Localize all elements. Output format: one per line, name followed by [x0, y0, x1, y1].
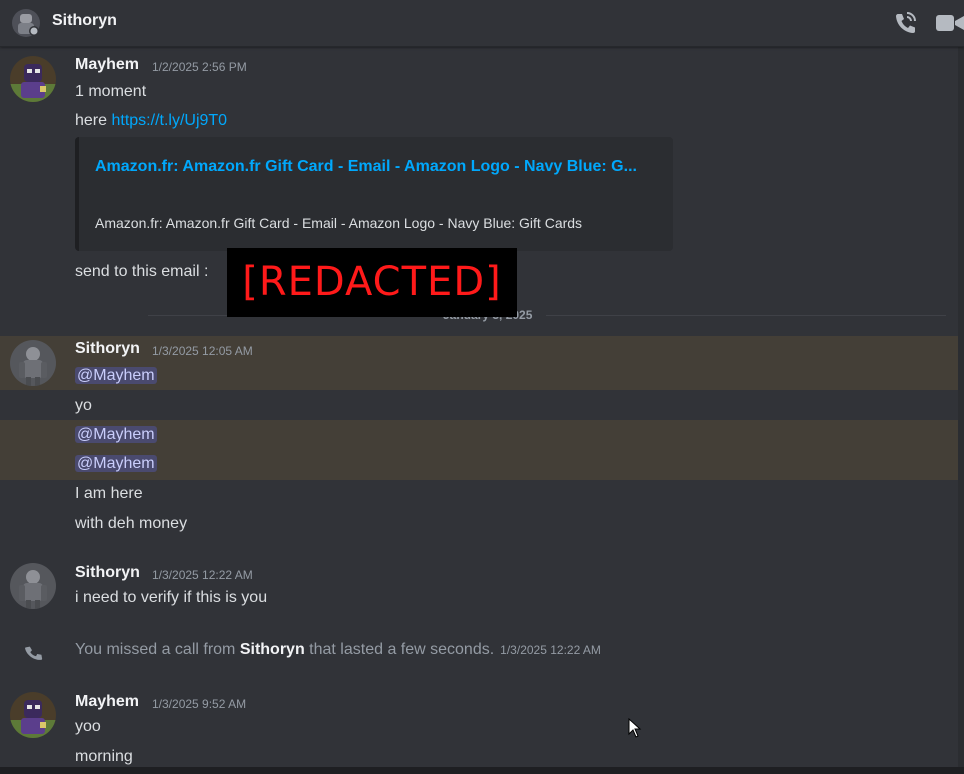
- user-mention[interactable]: @Mayhem: [75, 455, 157, 472]
- message-text: send to this email :: [75, 263, 209, 280]
- message-text: i need to verify if this is you: [75, 589, 268, 606]
- user-avatar[interactable]: [10, 56, 56, 102]
- user-avatar[interactable]: [10, 692, 56, 738]
- message-author[interactable]: Sithoryn: [75, 564, 140, 582]
- date-divider-line: [546, 315, 946, 316]
- message-author[interactable]: Mayhem: [75, 56, 139, 74]
- message-timestamp: 1/3/2025 9:52 AM: [152, 697, 247, 711]
- message-timestamp: 1/3/2025 12:22 AM: [152, 568, 253, 582]
- user-mention[interactable]: @Mayhem: [75, 367, 157, 384]
- message-text-prefix: here: [75, 112, 108, 129]
- message-text: with deh money: [75, 515, 188, 532]
- message-text: yo: [75, 397, 92, 414]
- user-avatar[interactable]: [10, 340, 56, 386]
- mouse-cursor-icon: [628, 718, 642, 738]
- chat-window: Sithoryn Mayhem 1/2/2025 2:56 PM 1 momen…: [0, 0, 964, 774]
- link-embed: Amazon.fr: Amazon.fr Gift Card - Email -…: [75, 137, 673, 251]
- caller-name[interactable]: Sithoryn: [240, 641, 305, 658]
- bottom-edge: [0, 767, 964, 774]
- video-camera-icon[interactable]: [936, 12, 964, 34]
- message-link[interactable]: https://t.ly/Uj9T0: [111, 112, 227, 129]
- user-mention[interactable]: @Mayhem: [75, 426, 157, 443]
- message-author[interactable]: Mayhem: [75, 693, 139, 711]
- scrollbar-track[interactable]: [958, 47, 964, 767]
- redaction-overlay: [REDACTED]: [227, 248, 517, 317]
- bot-avatar-icon[interactable]: [12, 9, 40, 37]
- missed-call-message: You missed a call from Sithoryn that las…: [75, 641, 601, 659]
- message-text: here https://t.ly/Uj9T0: [75, 112, 227, 130]
- channel-header: Sithoryn: [0, 0, 964, 47]
- message-text: @Mayhem: [75, 455, 157, 473]
- channel-title: Sithoryn: [52, 12, 117, 29]
- message-list: Mayhem 1/2/2025 2:56 PM 1 moment here ht…: [0, 47, 964, 767]
- user-avatar[interactable]: [10, 563, 56, 609]
- embed-description: Amazon.fr: Amazon.fr Gift Card - Email -…: [95, 215, 583, 231]
- message-text: @Mayhem: [75, 426, 157, 444]
- system-text: You missed a call from: [75, 641, 236, 658]
- message-author[interactable]: Sithoryn: [75, 340, 140, 358]
- phone-call-icon[interactable]: [892, 10, 918, 36]
- message-text: yoo: [75, 718, 101, 735]
- embed-title-link[interactable]: Amazon.fr: Amazon.fr Gift Card - Email -…: [95, 154, 655, 180]
- system-timestamp: 1/3/2025 12:22 AM: [500, 643, 601, 657]
- missed-call-icon: [25, 646, 43, 660]
- message-timestamp: 1/2/2025 2:56 PM: [152, 60, 247, 74]
- message-timestamp: 1/3/2025 12:05 AM: [152, 344, 253, 358]
- message-text: 1 moment: [75, 83, 147, 100]
- message-text: morning: [75, 748, 133, 765]
- message-text: @Mayhem: [75, 367, 157, 385]
- system-text: that lasted a few seconds.: [309, 641, 495, 658]
- message-text: I am here: [75, 485, 143, 502]
